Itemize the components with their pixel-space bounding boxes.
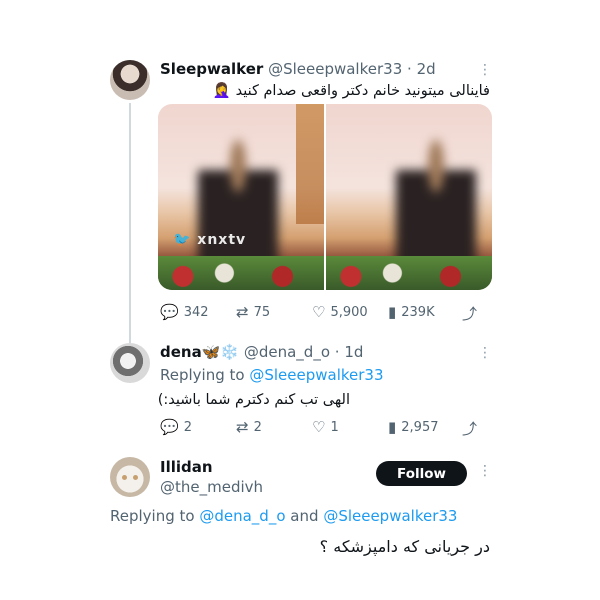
timestamp[interactable]: · 2d bbox=[407, 60, 436, 78]
retweet-button[interactable]: ⇄ 2 bbox=[236, 418, 262, 436]
like-count: 1 bbox=[330, 419, 339, 435]
user-handle[interactable]: @dena_d_o bbox=[244, 343, 330, 361]
views-bars-icon: ▮ bbox=[388, 418, 397, 436]
thread-connector-line bbox=[129, 103, 131, 343]
display-name[interactable]: dena🦋❄️ bbox=[160, 343, 239, 361]
like-button[interactable]: ♡ 1 bbox=[312, 418, 339, 436]
user-handle[interactable]: @the_medivh bbox=[160, 478, 263, 496]
tweet-text: الهی تب کنم دکترم شما باشید:) bbox=[157, 392, 350, 408]
heart-icon: ♡ bbox=[312, 418, 326, 436]
replying-and: and bbox=[290, 507, 319, 525]
mention-link[interactable]: @dena_d_o bbox=[199, 507, 285, 525]
share-icon: ⤴ bbox=[462, 305, 478, 323]
share-icon: ⤴ bbox=[462, 420, 478, 438]
timestamp[interactable]: · 1d bbox=[335, 343, 364, 361]
replying-to: Replying to @Sleeepwalker33 bbox=[160, 366, 384, 384]
avatar[interactable] bbox=[110, 60, 150, 100]
retweet-icon: ⇄ bbox=[236, 303, 249, 321]
views-button[interactable]: ▮ 2,957 bbox=[388, 418, 438, 436]
share-button[interactable]: ⤴ bbox=[462, 303, 477, 324]
more-dots-icon[interactable]: ⋮ bbox=[478, 62, 493, 78]
tweet-header: Sleepwalker @Sleeepwalker33 · 2d bbox=[160, 60, 436, 78]
heart-icon: ♡ bbox=[312, 303, 326, 321]
reply-count: 2 bbox=[183, 419, 192, 435]
retweet-icon: ⇄ bbox=[236, 418, 249, 436]
more-dots-icon[interactable]: ⋮ bbox=[478, 345, 493, 361]
avatar[interactable] bbox=[110, 343, 150, 383]
reply-button[interactable]: 💬 2 bbox=[160, 418, 192, 436]
more-dots-icon[interactable]: ⋮ bbox=[478, 463, 493, 479]
reply-button[interactable]: 💬 342 bbox=[160, 303, 209, 321]
tweet-photo-1[interactable] bbox=[158, 104, 324, 290]
views-bars-icon: ▮ bbox=[388, 303, 397, 321]
tweet-text: در جریانی که دامپزشکه ؟ bbox=[319, 537, 490, 556]
reply-icon: 💬 bbox=[160, 303, 179, 321]
tweet-photo-2[interactable] bbox=[326, 104, 492, 290]
avatar[interactable] bbox=[110, 457, 150, 497]
user-handle[interactable]: @Sleeepwalker33 bbox=[268, 60, 402, 78]
views-button[interactable]: ▮ 239K bbox=[388, 303, 435, 321]
retweet-count: 75 bbox=[253, 304, 271, 320]
display-name[interactable]: Illidan bbox=[160, 458, 263, 476]
display-name[interactable]: Sleepwalker bbox=[160, 60, 263, 78]
share-button[interactable]: ⤴ bbox=[462, 418, 477, 439]
mention-link[interactable]: @Sleeepwalker33 bbox=[249, 366, 383, 384]
reply-count: 342 bbox=[183, 304, 209, 320]
tweet-header: dena🦋❄️ @dena_d_o · 1d bbox=[160, 343, 363, 361]
views-count: 2,957 bbox=[401, 419, 439, 435]
watermark: 🐦 xnxtv bbox=[173, 232, 247, 248]
like-button[interactable]: ♡ 5,900 bbox=[312, 303, 368, 321]
replying-prefix: Replying to bbox=[160, 366, 245, 384]
tweet-media[interactable] bbox=[158, 104, 492, 290]
follow-button[interactable]: Follow bbox=[376, 461, 467, 486]
retweet-button[interactable]: ⇄ 75 bbox=[236, 303, 270, 321]
replying-to: Replying to @dena_d_o and @Sleeepwalker3… bbox=[110, 507, 457, 525]
retweet-count: 2 bbox=[253, 419, 262, 435]
replying-prefix: Replying to bbox=[110, 507, 195, 525]
tweet-text: فاینالی میتونید خانم دکتر واقعی صدام کنی… bbox=[212, 83, 490, 99]
mention-link[interactable]: @Sleeepwalker33 bbox=[323, 507, 457, 525]
user-name-block: Illidan @the_medivh bbox=[160, 458, 263, 496]
reply-icon: 💬 bbox=[160, 418, 179, 436]
views-count: 239K bbox=[401, 304, 435, 320]
like-count: 5,900 bbox=[330, 304, 368, 320]
